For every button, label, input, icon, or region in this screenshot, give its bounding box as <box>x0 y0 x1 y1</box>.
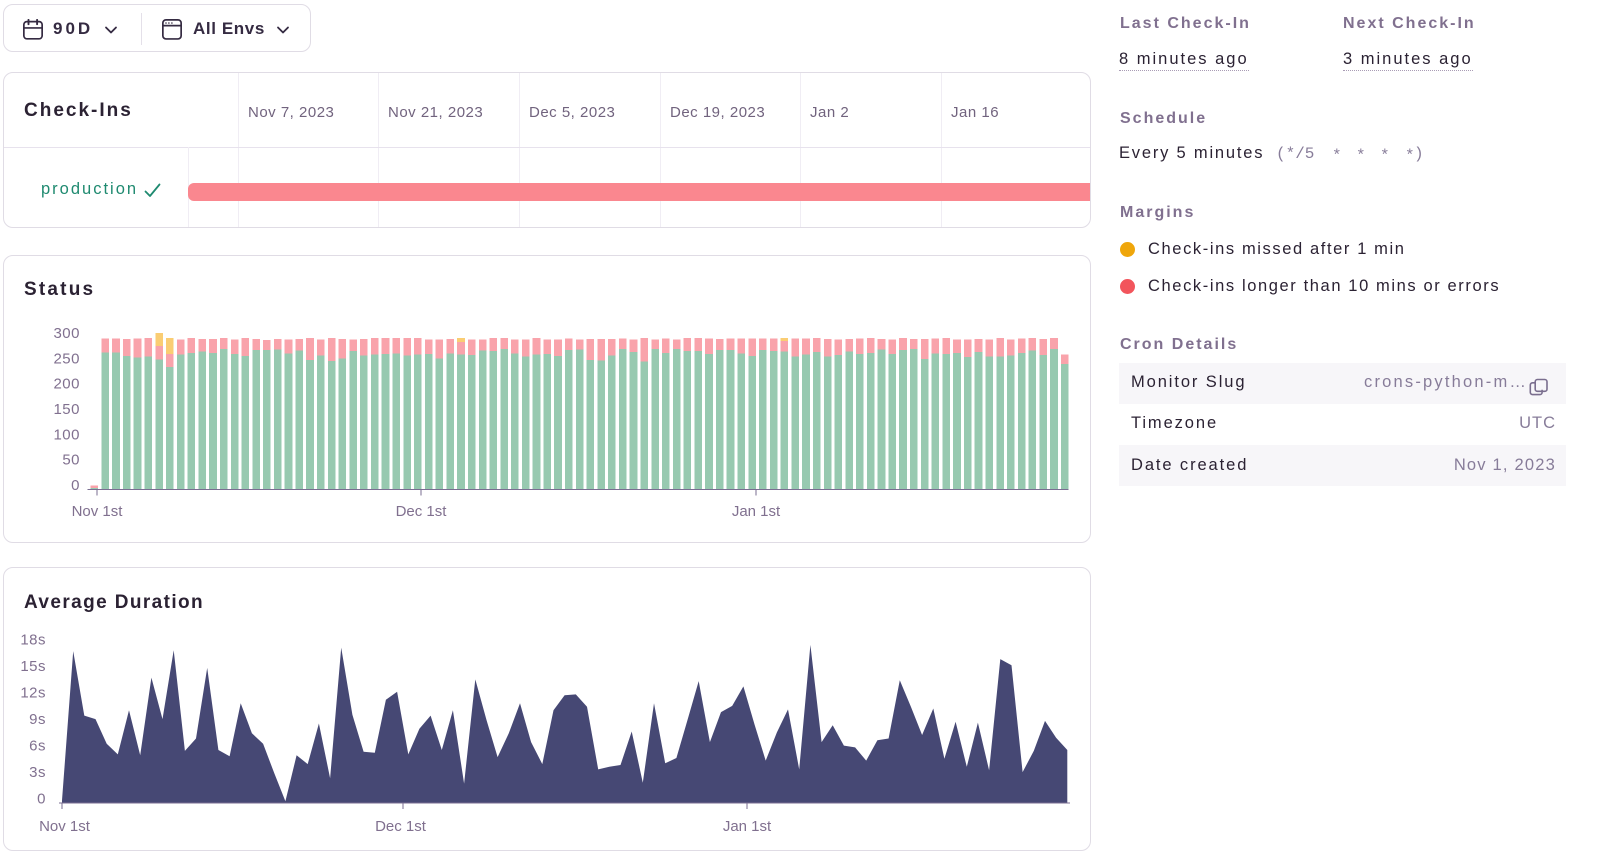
svg-text:Jan 1st: Jan 1st <box>723 818 772 835</box>
svg-text:300: 300 <box>53 325 80 342</box>
svg-text:9s: 9s <box>29 711 46 728</box>
svg-text:3s: 3s <box>29 764 46 781</box>
svg-text:Dec 1st: Dec 1st <box>375 818 427 835</box>
svg-text:Dec 1st: Dec 1st <box>396 503 448 520</box>
svg-text:250: 250 <box>53 350 80 367</box>
svg-text:100: 100 <box>53 426 80 443</box>
svg-text:12s: 12s <box>20 685 46 702</box>
svg-text:50: 50 <box>62 452 80 469</box>
svg-text:18s: 18s <box>20 632 46 649</box>
svg-text:Nov 1st: Nov 1st <box>39 818 91 835</box>
svg-text:200: 200 <box>53 376 80 393</box>
svg-text:0: 0 <box>71 477 80 494</box>
svg-text:15s: 15s <box>20 658 46 675</box>
svg-text:0: 0 <box>37 791 46 808</box>
svg-text:Nov 1st: Nov 1st <box>72 503 124 520</box>
svg-text:150: 150 <box>53 401 80 418</box>
svg-text:Jan 1st: Jan 1st <box>732 503 781 520</box>
svg-text:6s: 6s <box>29 738 46 755</box>
